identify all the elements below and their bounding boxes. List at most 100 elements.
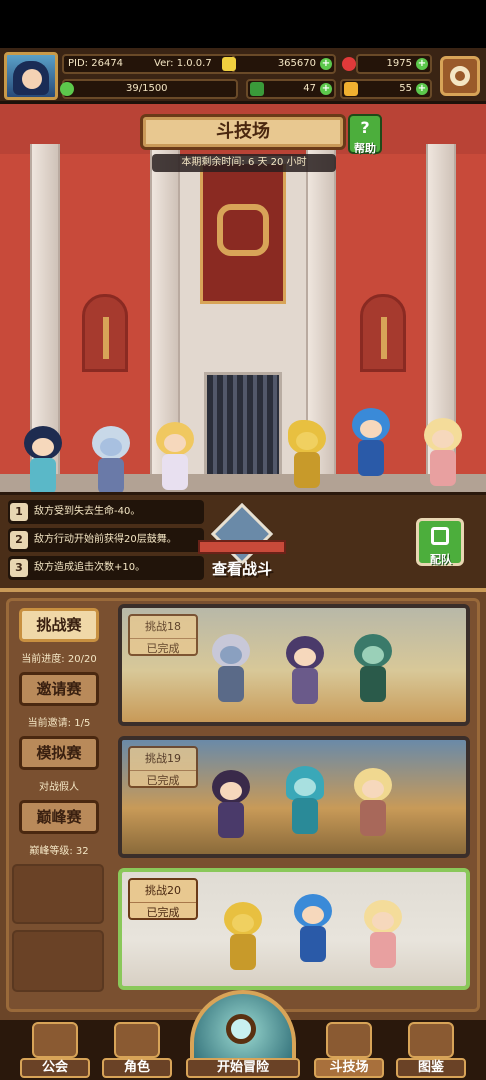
- gem-add-icon[interactable]: +: [416, 58, 428, 70]
- sword-icon: [103, 317, 109, 359]
- nav-adventure-label: 开始冒险: [186, 1058, 300, 1078]
- arena-banner: [200, 164, 286, 304]
- player-character: [86, 426, 136, 492]
- clover-counter[interactable]: 47 +: [246, 79, 336, 99]
- character-body: [358, 440, 384, 476]
- team-setup-button[interactable]: 配队: [416, 518, 464, 566]
- peak-level: 巅峰等级: 32: [29, 846, 89, 857]
- clover-add-icon[interactable]: +: [320, 83, 332, 95]
- challenge-status: 已完成: [130, 770, 196, 788]
- character-body: [30, 458, 56, 492]
- buff-text: 敌方行动开始前获得20层鼓舞。: [34, 534, 177, 545]
- pid-text: PID: 26474: [68, 58, 124, 69]
- character-body: [218, 666, 244, 702]
- character-face: [360, 420, 382, 438]
- character-body: [98, 458, 124, 492]
- character-icon: [114, 1022, 160, 1058]
- question-icon: ?: [360, 118, 370, 137]
- buff-number: 2: [10, 531, 28, 549]
- tab-invitation[interactable]: 邀请赛: [19, 672, 99, 706]
- character-face: [362, 646, 384, 664]
- clover-icon: [250, 82, 264, 96]
- exp-leaf-icon: [60, 82, 74, 96]
- tab-challenge[interactable]: 挑战赛: [19, 608, 99, 642]
- key-counter[interactable]: 55 +: [340, 79, 432, 99]
- challenge-card[interactable]: 挑战18 已完成: [118, 604, 470, 726]
- character-face: [100, 438, 122, 456]
- character-face: [220, 646, 242, 664]
- banner-emblem: [217, 204, 269, 256]
- wall-niche: [360, 294, 406, 372]
- nav-start-adventure[interactable]: 开始冒险: [186, 990, 300, 1080]
- challenge-card-current[interactable]: 挑战20 已完成: [118, 868, 470, 990]
- arena-scene: 斗技场 ? 帮助 本期剩余时间: 6 天 20 小时: [0, 104, 486, 492]
- empty-tab-slot: [12, 864, 104, 924]
- nav-arena[interactable]: 斗技场: [314, 1022, 384, 1078]
- buff-item: 3 敌方造成追击次数+10。: [8, 556, 204, 580]
- character-face: [32, 438, 54, 456]
- view-battle-button[interactable]: 查看战斗: [196, 502, 288, 584]
- tab-peak[interactable]: 巅峰赛: [19, 800, 99, 834]
- character-face: [232, 914, 254, 932]
- character-body: [360, 666, 386, 702]
- simulation-desc: 对战假人: [39, 782, 79, 793]
- exp-bar: 39/1500: [60, 79, 238, 99]
- buff-number: 3: [10, 559, 28, 577]
- key-add-icon[interactable]: +: [416, 83, 428, 95]
- opponent-character: [288, 894, 338, 964]
- character-face: [294, 778, 316, 796]
- gem-counter[interactable]: 1975 +: [342, 54, 432, 74]
- character-face: [302, 906, 324, 924]
- clover-value: 47: [303, 83, 316, 94]
- player-character: [18, 426, 68, 492]
- challenge-title: 挑战18: [145, 620, 181, 633]
- page-title: 斗技场: [140, 114, 346, 150]
- settings-button[interactable]: [440, 56, 480, 96]
- gold-add-icon[interactable]: +: [320, 58, 332, 70]
- nav-codex-label: 图鉴: [396, 1058, 466, 1078]
- nav-guild[interactable]: 公会: [20, 1022, 90, 1078]
- crossed-swords-icon: [326, 1022, 372, 1058]
- arena-floor: [0, 474, 486, 492]
- nav-character[interactable]: 角色: [102, 1022, 172, 1078]
- key-icon: [344, 82, 358, 96]
- bottom-nav: 公会 角色 开始冒险 斗技场 图鉴: [0, 990, 486, 1080]
- opponent-character: [280, 766, 330, 836]
- character-body: [370, 932, 396, 968]
- buff-text: 敌方造成追击次数+10。: [34, 562, 146, 573]
- view-battle-label: 查看战斗: [211, 560, 272, 578]
- buff-item: 1 敌方受到失去生命-40。: [8, 500, 204, 524]
- character-face: [372, 912, 394, 930]
- exp-value: 39/1500: [126, 83, 168, 94]
- wall-niche: [82, 294, 128, 372]
- challenge-status: 已完成: [130, 638, 196, 656]
- tab-simulation[interactable]: 模拟赛: [19, 736, 99, 770]
- character-face: [220, 782, 242, 800]
- opponent-character: [206, 634, 256, 704]
- character-body: [230, 934, 256, 970]
- nav-codex[interactable]: 图鉴: [396, 1022, 466, 1078]
- enemy-character: [418, 418, 468, 488]
- challenge-title: 挑战19: [145, 752, 181, 765]
- version-text: Ver: 1.0.0.7: [154, 58, 212, 69]
- enemy-character: [346, 408, 396, 478]
- challenge-card[interactable]: 挑战19 已完成: [118, 736, 470, 858]
- player-character: [150, 422, 200, 492]
- buff-item: 2 敌方行动开始前获得20层鼓舞。: [8, 528, 204, 552]
- empty-tab-slot: [12, 930, 104, 992]
- character-body: [300, 926, 326, 962]
- character-body: [360, 800, 386, 836]
- gold-counter[interactable]: 365670 +: [222, 54, 336, 74]
- help-button[interactable]: ? 帮助: [348, 114, 382, 155]
- character-face: [362, 780, 384, 798]
- character-face: [294, 648, 316, 666]
- player-avatar[interactable]: [4, 52, 58, 100]
- challenge-title: 挑战20: [145, 884, 181, 897]
- pid-version-row: PID: 26474 Ver: 1.0.0.7: [62, 54, 238, 74]
- challenge-progress: 当前进度: 20/20: [21, 654, 97, 665]
- opponent-character: [348, 768, 398, 838]
- magnifier-icon: [226, 1014, 256, 1044]
- crossed-swords-icon: [210, 502, 274, 566]
- gear-icon: [450, 66, 470, 86]
- team-icon: [431, 527, 449, 545]
